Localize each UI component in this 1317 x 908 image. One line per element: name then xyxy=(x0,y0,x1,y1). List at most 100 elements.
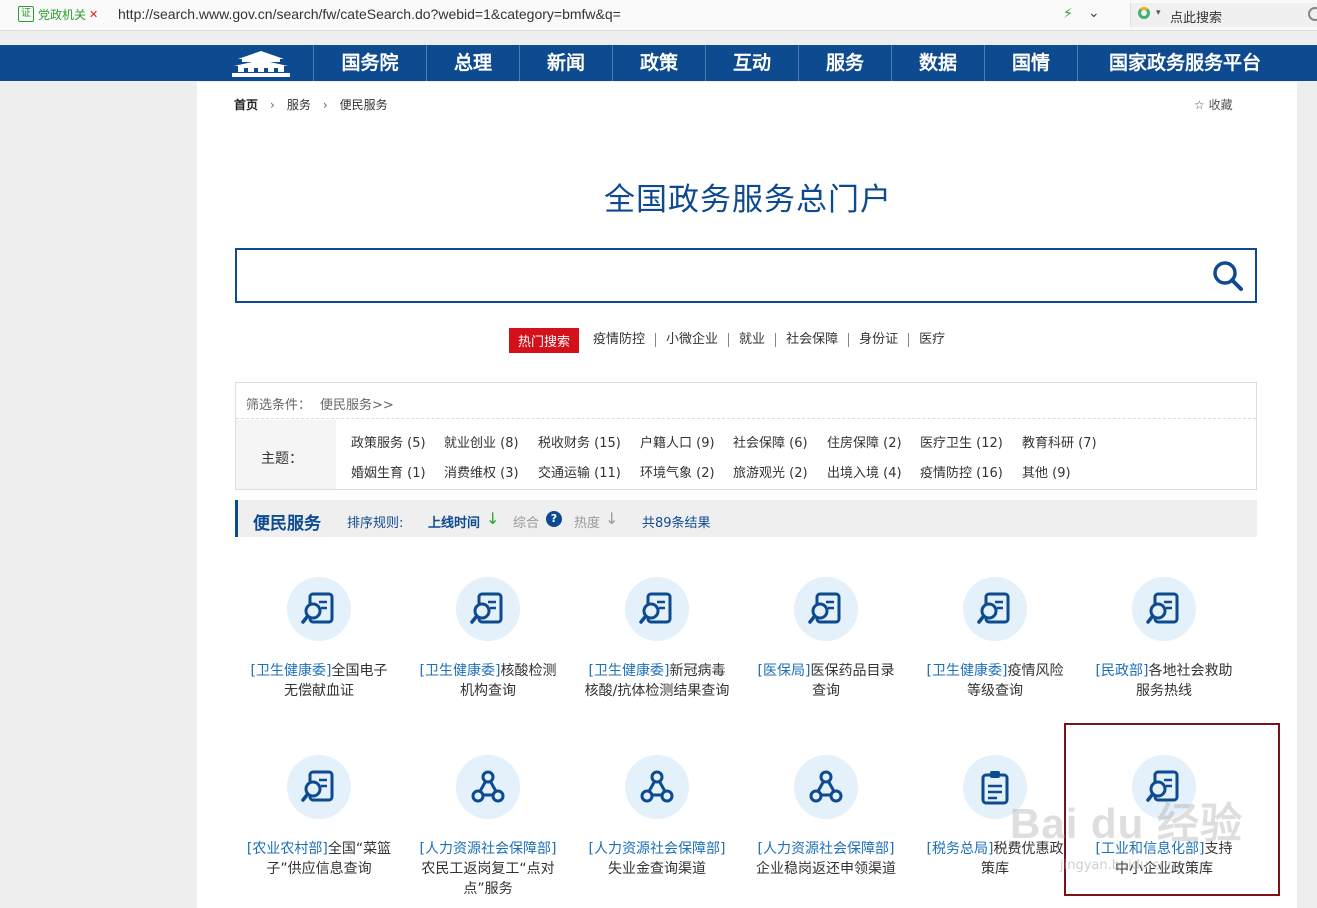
service-title[interactable]: [人力资源社会保障部] 失业金查询渠道 xyxy=(583,839,731,879)
topic-filter-item[interactable]: 婚姻生育 (1) xyxy=(351,462,426,481)
hot-keyword[interactable]: 医疗 xyxy=(908,333,955,347)
sort-rule-label: 排序规则: xyxy=(347,516,404,531)
search-icon xyxy=(1213,261,1243,291)
hot-search-label: 热门搜索 xyxy=(509,327,580,353)
topic-filter-item[interactable]: 其他 (9) xyxy=(1022,462,1071,481)
nav-item-national-info[interactable]: 国情 xyxy=(984,45,1077,81)
topic-filter-item[interactable]: 政策服务 (5) xyxy=(351,432,426,451)
service-org[interactable]: [卫生健康委] xyxy=(251,663,332,679)
lightning-icon[interactable]: ⚡ xyxy=(1063,6,1073,22)
topic-filter-item[interactable]: 户籍人口 (9) xyxy=(640,432,715,451)
filter-label: 筛选条件： xyxy=(246,398,312,413)
site-security-badge[interactable]: 证 党政机关 ✕ xyxy=(18,6,98,22)
service-org[interactable]: [人力资源社会保障部] xyxy=(589,841,726,857)
browser-search-input[interactable]: 点此搜索 xyxy=(1170,7,1222,26)
sort-comprehensive-button[interactable]: 综合 xyxy=(513,512,539,531)
topic-filter-item[interactable]: 教育科研 (7) xyxy=(1022,432,1097,451)
topic-filter-item[interactable]: 出境入境 (4) xyxy=(827,462,902,481)
search-doc-icon[interactable] xyxy=(963,577,1027,641)
watermark: Bai du 经验 xyxy=(1010,800,1244,847)
service-title[interactable]: [人力资源社会保障部] 企业稳岗返还申领渠道 xyxy=(752,839,900,879)
help-icon[interactable]: ? xyxy=(546,511,562,527)
result-count: 共89条结果 xyxy=(642,516,711,531)
nav-item-premier[interactable]: 总理 xyxy=(426,45,519,81)
topic-filter-item[interactable]: 医疗卫生 (12) xyxy=(920,432,1003,451)
nav-item-policy[interactable]: 政策 xyxy=(612,45,705,81)
nav-item-interaction[interactable]: 互动 xyxy=(705,45,798,81)
service-org[interactable]: [人力资源社会保障部] xyxy=(758,841,895,857)
nav-item-state-council[interactable]: 国务院 xyxy=(313,45,426,81)
breadcrumb-services[interactable]: 服务 xyxy=(287,96,311,113)
service-title[interactable]: [卫生健康委]疫情风险等级查询 xyxy=(921,661,1069,701)
search-doc-icon[interactable] xyxy=(1132,577,1196,641)
search-input[interactable] xyxy=(235,248,1257,303)
service-name[interactable]: 失业金查询渠道 xyxy=(608,861,706,877)
address-bar[interactable]: http://search.www.gov.cn/search/fw/cateS… xyxy=(118,6,621,22)
hot-keyword[interactable]: 社会保障 xyxy=(775,333,848,347)
topic-filter-item[interactable]: 疫情防控 (16) xyxy=(920,462,1003,481)
service-org[interactable]: [人力资源社会保障部] xyxy=(420,841,557,857)
nav-item-data[interactable]: 数据 xyxy=(891,45,984,81)
arrow-down-icon[interactable]: ↓ xyxy=(486,509,499,528)
site-badge-label: 党政机关 xyxy=(38,7,87,22)
nav-item-news[interactable]: 新闻 xyxy=(519,45,612,81)
hot-keyword[interactable]: 就业 xyxy=(728,333,775,347)
service-org[interactable]: [医保局] xyxy=(758,663,811,679)
caret-down-icon[interactable]: ▾ xyxy=(1156,8,1161,18)
service-org[interactable]: [农业农村部] xyxy=(247,841,328,857)
topic-filter-item[interactable]: 旅游观光 (2) xyxy=(733,462,808,481)
search-button[interactable] xyxy=(1210,258,1246,294)
service-title[interactable]: [医保局]医保药品目录查询 xyxy=(752,661,900,701)
service-title[interactable]: [人力资源社会保障部] 农民工返岗复工“点对点”服务 xyxy=(414,839,562,899)
service-name[interactable]: 企业稳岗返还申领渠道 xyxy=(756,861,896,877)
topic-filter-item[interactable]: 环境气象 (2) xyxy=(640,462,715,481)
network-icon[interactable] xyxy=(625,755,689,819)
breadcrumb-separator: › xyxy=(322,97,328,112)
topic-filter-item[interactable]: 社会保障 (6) xyxy=(733,432,808,451)
tiananmen-logo-icon[interactable] xyxy=(230,47,292,79)
filter-current-value[interactable]: 便民服务>> xyxy=(320,394,394,413)
hot-keyword[interactable]: 疫情防控 xyxy=(589,333,655,347)
nav-item-services[interactable]: 服务 xyxy=(798,45,891,81)
topic-filter-item[interactable]: 消费维权 (3) xyxy=(444,462,519,481)
service-org[interactable]: [民政部] xyxy=(1096,663,1149,679)
search-doc-icon[interactable] xyxy=(625,577,689,641)
topic-filter-item[interactable]: 交通运输 (11) xyxy=(538,462,621,481)
service-org[interactable]: [卫生健康委] xyxy=(927,663,1008,679)
service-title[interactable]: [卫生健康委]全国电子无偿献血证 xyxy=(245,661,393,701)
search-doc-icon[interactable] xyxy=(794,577,858,641)
search-engine-icon[interactable] xyxy=(1138,7,1150,19)
network-icon[interactable] xyxy=(794,755,858,819)
arrow-down-icon[interactable]: ↓ xyxy=(605,509,618,528)
service-name[interactable]: 医保药品目录查询 xyxy=(810,663,894,699)
search-doc-icon[interactable] xyxy=(287,755,351,819)
search-icon[interactable] xyxy=(1308,7,1317,21)
network-icon[interactable] xyxy=(456,755,520,819)
breadcrumb-home[interactable]: 首页 xyxy=(234,96,258,113)
service-name[interactable]: 各地社会救助服务热线 xyxy=(1136,663,1232,699)
certificate-icon: 证 xyxy=(18,6,34,22)
search-doc-icon[interactable] xyxy=(287,577,351,641)
sort-by-heat-button[interactable]: 热度 xyxy=(574,512,600,531)
search-doc-icon[interactable] xyxy=(456,577,520,641)
service-title[interactable]: [卫生健康委]核酸检测机构查询 xyxy=(414,661,562,701)
service-title[interactable]: [民政部]各地社会救助服务热线 xyxy=(1090,661,1238,701)
service-org[interactable]: [卫生健康委] xyxy=(420,663,501,679)
service-org[interactable]: [卫生健康委] xyxy=(589,663,670,679)
breadcrumb-separator: › xyxy=(270,97,275,112)
sort-by-time-button[interactable]: 上线时间 xyxy=(428,512,480,531)
topic-filter-item[interactable]: 税收财务 (15) xyxy=(538,432,621,451)
favorite-button[interactable]: ☆ 收藏 xyxy=(1194,96,1233,113)
topic-filter-item[interactable]: 就业创业 (8) xyxy=(444,432,519,451)
service-name[interactable]: 农民工返岗复工“点对点”服务 xyxy=(421,861,554,897)
hot-keyword[interactable]: 身份证 xyxy=(848,333,908,347)
chevron-down-icon[interactable]: ⌄ xyxy=(1088,5,1100,21)
service-title[interactable]: [农业农村部]全国“菜篮子”供应信息查询 xyxy=(245,839,393,879)
service-org[interactable]: [税务总局] xyxy=(927,841,994,857)
nav-item-service-platform[interactable]: 国家政务服务平台 xyxy=(1077,45,1292,81)
breadcrumb-current: 便民服务 xyxy=(339,98,388,112)
service-title[interactable]: [卫生健康委]新冠病毒核酸/抗体检测结果查询 xyxy=(583,661,731,701)
topic-filter-item[interactable]: 住房保障 (2) xyxy=(827,432,902,451)
hot-search-row: 热门搜索 疫情防控 小微企业 就业 社会保障 身份证 医疗 xyxy=(509,327,955,353)
hot-keyword[interactable]: 小微企业 xyxy=(655,333,728,347)
